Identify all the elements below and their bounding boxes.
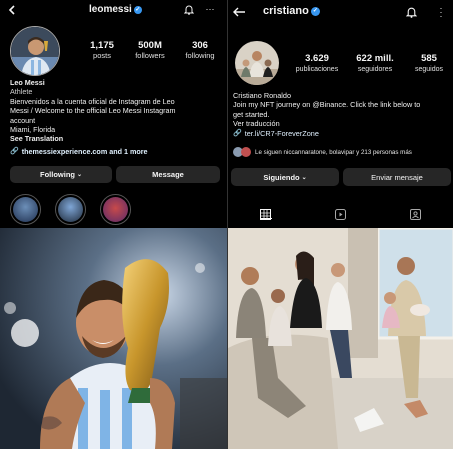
follower-avatar xyxy=(241,147,251,157)
message-button-label: Enviar mensaje xyxy=(371,172,423,182)
stat-value: 1,175 xyxy=(90,40,114,51)
following-button-label: Siguiendo xyxy=(263,172,300,182)
following-button-label: Following xyxy=(39,170,75,179)
cristiano-followed-by-row[interactable]: Le siguen niccannaratone, bolavipar y 21… xyxy=(233,147,453,157)
back-arrow-icon[interactable] xyxy=(6,4,18,16)
messi-link-row[interactable]: 🔗 themessiexperience.com and 1 more xyxy=(10,147,222,156)
cristiano-bio-line: Join my NFT journey on @Binance. Click t… xyxy=(233,100,421,110)
following-button[interactable]: Siguiendo ⌄ xyxy=(231,168,339,186)
messi-bio: Leo Messi Athlete Bienvenidos a la cuent… xyxy=(10,78,222,156)
verified-icon: ✓ xyxy=(310,6,320,16)
messi-stat-following[interactable]: 306 following xyxy=(178,40,222,60)
highlight-thumbnail xyxy=(103,197,128,222)
stat-label: following xyxy=(185,51,215,60)
stat-value: 622 mill. xyxy=(356,53,394,64)
cristiano-see-translation[interactable]: Ver traducción xyxy=(233,119,451,128)
message-button[interactable]: Message xyxy=(116,166,220,183)
cristiano-bio: Cristiano Ronaldo Join my NFT journey on… xyxy=(233,91,451,138)
messi-avatar[interactable] xyxy=(10,26,60,76)
stat-label: posts xyxy=(93,51,111,60)
messi-buttons: Following ⌄ Message xyxy=(10,166,220,183)
cristiano-username-header: cristiano ✓ xyxy=(263,5,320,17)
message-button[interactable]: Enviar mensaje xyxy=(343,168,451,186)
messi-stat-posts[interactable]: 1,175 posts xyxy=(82,40,122,60)
stat-label: publicaciones xyxy=(295,66,339,73)
highlight-thumbnail xyxy=(13,197,38,222)
messi-bio-line: account xyxy=(10,115,36,125)
message-button-label: Message xyxy=(152,170,184,179)
more-icon[interactable]: ··· xyxy=(204,3,216,15)
messi-location: Miami, Florida xyxy=(10,125,56,135)
messi-stat-followers[interactable]: 500M followers xyxy=(128,40,172,60)
cristiano-family-photo[interactable] xyxy=(228,228,453,449)
cristiano-display-name: Cristiano Ronaldo xyxy=(233,91,292,100)
verified-icon: ✓ xyxy=(133,5,142,14)
reels-icon[interactable] xyxy=(334,207,347,220)
messi-profile-panel: leomessi ✓ ··· 1,175 posts 500M follower… xyxy=(0,0,227,449)
stat-label: followers xyxy=(135,51,165,60)
followed-by-text: Le siguen niccannaratone, bolavipar y 21… xyxy=(255,148,412,156)
cristiano-stat-following[interactable]: 585 seguidos xyxy=(407,53,451,73)
chevron-down-icon: ⌄ xyxy=(301,174,307,181)
cristiano-link[interactable]: ter.li/CR7-ForeverZone xyxy=(245,129,319,138)
messi-username-header: leomessi ✓ xyxy=(89,4,142,15)
link-icon: 🔗 xyxy=(233,129,242,137)
cristiano-avatar[interactable] xyxy=(235,41,279,85)
link-icon: 🔗 xyxy=(10,147,19,155)
chevron-down-icon: ⌄ xyxy=(76,172,83,178)
highlight-thumbnail xyxy=(58,197,83,222)
messi-link[interactable]: themessiexperience.com and 1 more xyxy=(22,147,148,156)
tagged-icon[interactable] xyxy=(409,207,422,220)
messi-trophy-photo[interactable] xyxy=(0,228,227,449)
stat-value: 500M xyxy=(138,40,162,51)
cristiano-stat-posts[interactable]: 3.629 publicaciones xyxy=(291,53,343,73)
more-dot: · xyxy=(439,10,443,21)
stat-label: seguidores xyxy=(357,66,393,73)
messi-username: leomessi xyxy=(89,4,132,15)
messi-bio-line: Messi / Welcome to the official Leo Mess… xyxy=(10,106,176,116)
stat-label: seguidos xyxy=(414,66,444,73)
more-icon[interactable]: ··· xyxy=(436,3,446,21)
profile-tabs xyxy=(228,203,453,223)
messi-stats: 1,175 posts 500M followers 306 following xyxy=(82,40,222,60)
messi-display-name: Leo Messi xyxy=(10,78,45,87)
bell-icon[interactable] xyxy=(405,5,418,18)
messi-bio-line: Bienvenidos a la cuenta oficial de Insta… xyxy=(10,96,175,106)
cristiano-buttons: Siguiendo ⌄ Enviar mensaje xyxy=(231,168,451,186)
stat-value: 585 xyxy=(421,53,437,64)
bell-icon[interactable] xyxy=(183,3,195,15)
following-button[interactable]: Following ⌄ xyxy=(10,166,112,183)
story-highlight[interactable] xyxy=(10,194,41,225)
cristiano-stat-followers[interactable]: 622 mill. seguidores xyxy=(349,53,401,73)
story-highlight[interactable] xyxy=(55,194,86,225)
back-arrow-icon[interactable] xyxy=(232,6,246,18)
messi-top-bar: leomessi ✓ ··· xyxy=(0,0,227,20)
messi-category: Athlete xyxy=(10,87,33,97)
cristiano-top-bar: cristiano ✓ · · · xyxy=(228,0,453,24)
messi-see-translation[interactable]: See Translation xyxy=(10,134,222,143)
stat-value: 306 xyxy=(192,40,208,51)
story-highlight[interactable] xyxy=(100,194,131,225)
cristiano-profile-panel: cristiano ✓ · · · 3.629 publicaciones 622 … xyxy=(227,0,453,449)
cristiano-username: cristiano xyxy=(263,5,309,17)
cristiano-bio-line: get started. xyxy=(233,109,270,119)
cristiano-stats: 3.629 publicaciones 622 mill. seguidores… xyxy=(291,53,451,73)
stat-value: 3.629 xyxy=(305,53,329,64)
grid-icon[interactable] xyxy=(259,207,272,220)
cristiano-link-row[interactable]: 🔗 ter.li/CR7-ForeverZone xyxy=(233,129,451,138)
